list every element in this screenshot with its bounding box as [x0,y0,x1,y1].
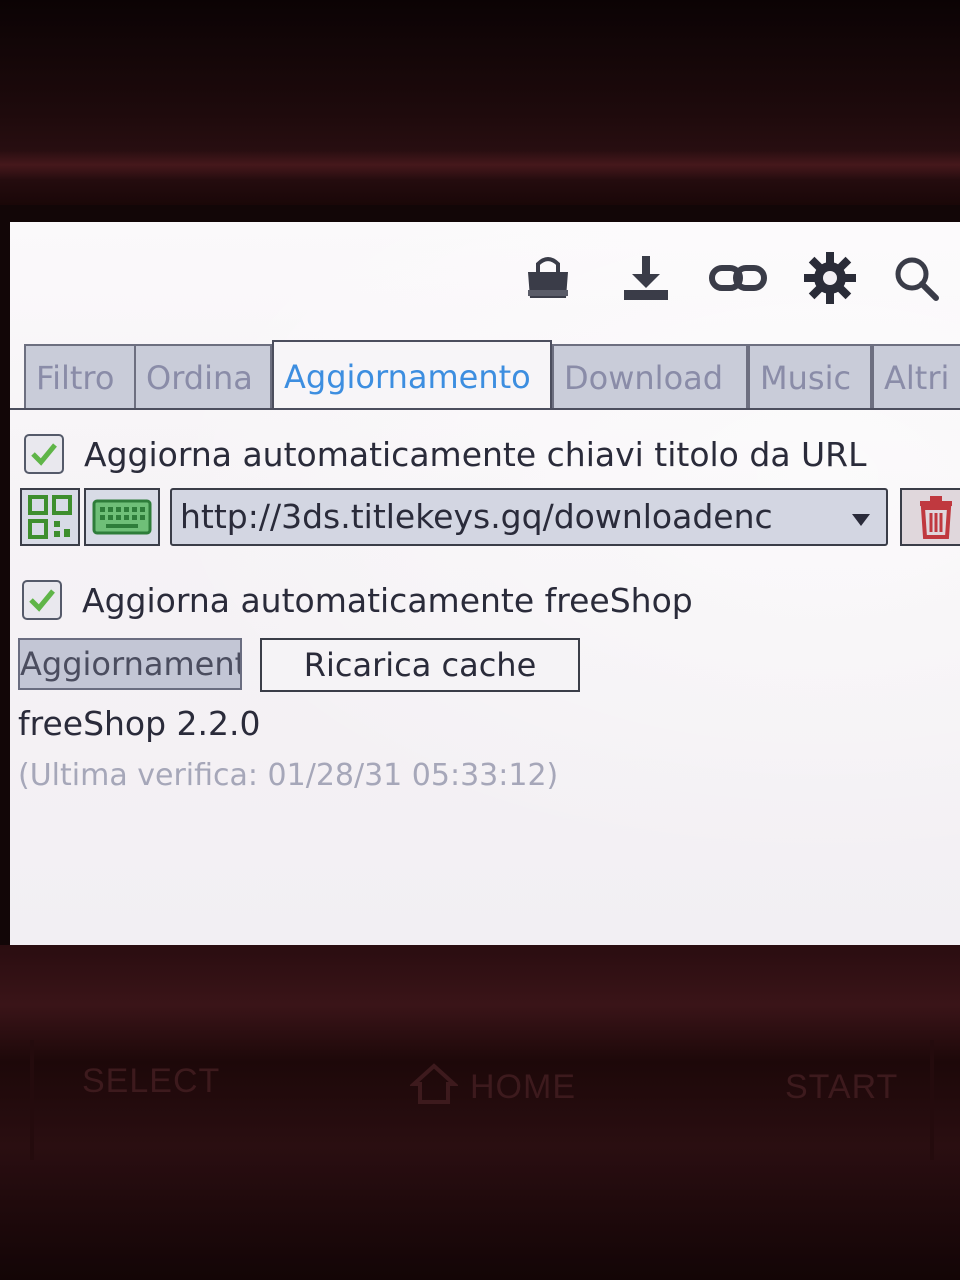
last-check-text: (Ultima verifica: 01/28/31 05:33:12) [18,758,559,793]
select-hardware-button[interactable]: SELECT [82,1062,220,1101]
download-icon[interactable] [618,250,674,306]
start-hardware-button[interactable]: START [785,1068,898,1107]
auto-freeshop-row: Aggiorna automaticamente freeShop [22,580,693,620]
tab-aggiornamento[interactable]: Aggiornamento [272,340,552,410]
update-button[interactable]: Aggiornamento [18,638,242,690]
version-text: freeShop 2.2.0 [18,704,261,743]
tab-bar: Filtro Ordina Aggiornamento Download Mus… [24,340,960,410]
shop-bag-icon[interactable] [520,250,576,306]
bezel-divider [930,1040,934,1160]
home-icon [410,1063,458,1104]
check-icon [31,443,57,466]
tab-filtro[interactable]: Filtro [24,344,136,408]
tab-download[interactable]: Download [552,344,748,408]
url-value: http://3ds.titlekeys.gq/downloadenc [180,497,773,536]
auto-titlekeys-label: Aggiorna automaticamente chiavi titolo d… [84,434,867,474]
auto-freeshop-label: Aggiorna automaticamente freeShop [82,580,693,620]
qr-code-button[interactable] [20,488,80,546]
bezel-divider [30,1040,34,1160]
auto-titlekeys-checkbox[interactable] [24,434,64,474]
search-icon[interactable] [888,250,944,306]
tab-divider [10,408,960,410]
trash-icon [920,496,952,539]
check-icon [29,589,55,612]
tab-ordina[interactable]: Ordina [134,344,272,408]
gear-icon[interactable] [802,250,858,306]
auto-freeshop-checkbox[interactable] [22,580,62,620]
titlekeys-url-select[interactable]: http://3ds.titlekeys.gq/downloadenc [170,488,888,546]
device-bottom-bezel [0,945,960,1280]
auto-titlekeys-row: Aggiorna automaticamente chiavi titolo d… [24,434,867,474]
tab-music[interactable]: Music [748,344,872,408]
chevron-down-icon [852,514,870,526]
device-top-bezel [0,0,960,205]
keyboard-icon [92,499,152,535]
qr-code-icon [28,495,72,539]
delete-url-button[interactable] [900,488,960,546]
home-hardware-button[interactable]: HOME [470,1068,576,1107]
link-icon[interactable] [708,250,768,306]
tab-altri[interactable]: Altri [872,344,960,408]
reload-cache-button[interactable]: Ricarica cache [260,638,580,692]
keyboard-button[interactable] [84,488,160,546]
screen: Filtro Ordina Aggiornamento Download Mus… [10,222,960,945]
